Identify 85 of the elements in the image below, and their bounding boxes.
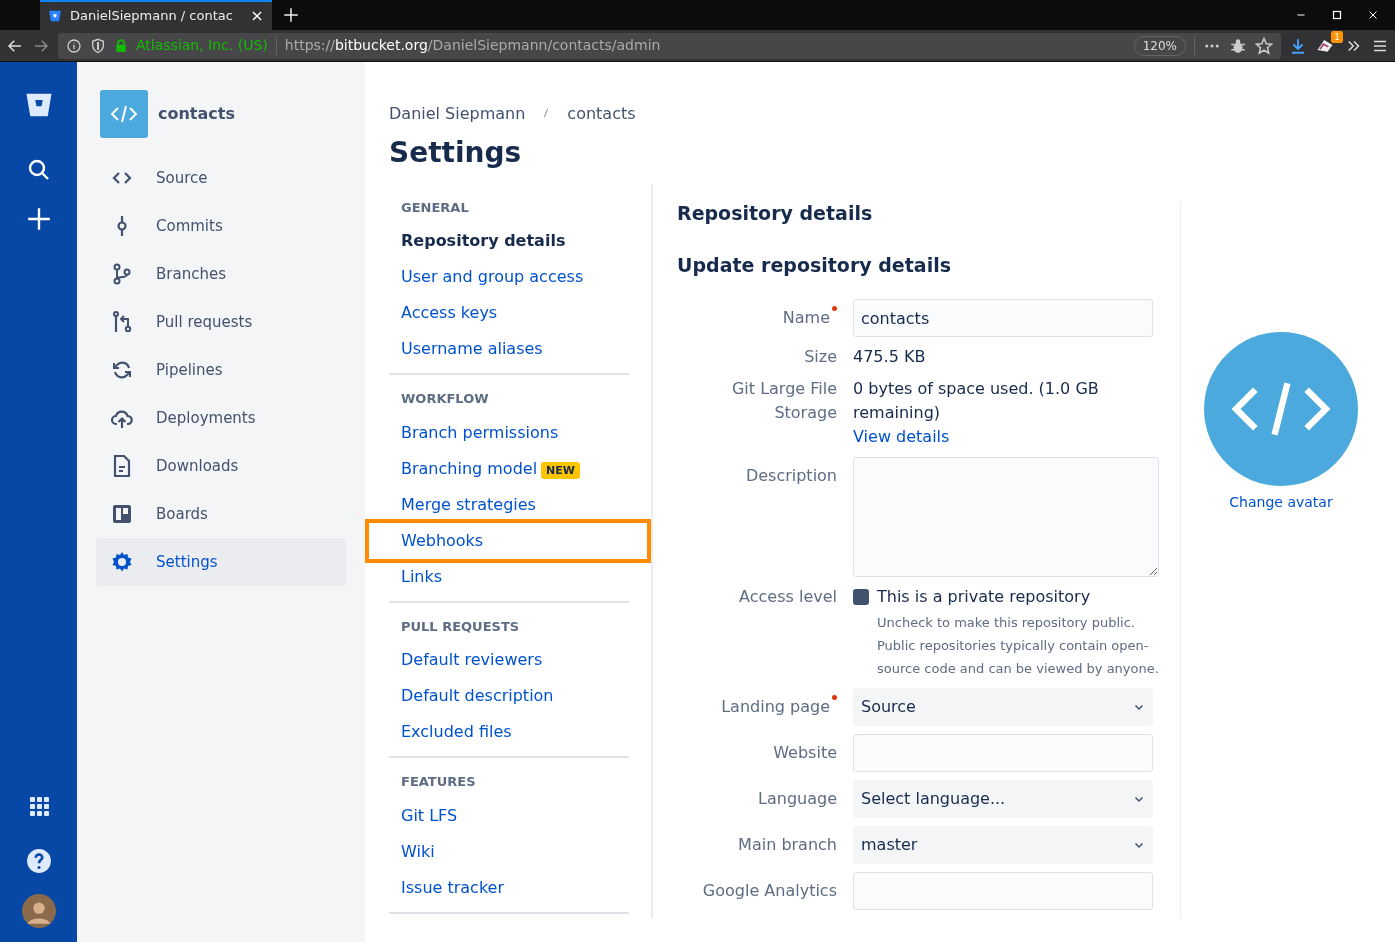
- field-label: Main branch: [737, 834, 837, 857]
- code-avatar-icon: [1204, 331, 1358, 486]
- text-field[interactable]: [853, 872, 1153, 911]
- field-label: Description: [744, 465, 837, 488]
- section-title: Repository details: [677, 201, 874, 225]
- url-text[interactable]: https://bitbucket.org/DanielSiepmann/contacts/admin: [284, 35, 661, 56]
- settings-nav-link[interactable]: Git LFS: [389, 797, 629, 834]
- settings-icon: [110, 550, 134, 574]
- sidebar-item[interactable]: Source: [96, 154, 346, 202]
- dropdown[interactable]: Select language...: [853, 780, 1153, 819]
- avatar-icon[interactable]: [21, 894, 56, 928]
- field-label: Access level: [738, 586, 837, 609]
- close-icon[interactable]: [1367, 9, 1379, 21]
- sidebar-item[interactable]: Commits: [96, 202, 346, 250]
- field-value: 0 bytes of space used. (1.0 GB remaining): [853, 378, 1100, 425]
- sidebar-item[interactable]: Settings: [96, 538, 346, 586]
- settings-nav-link[interactable]: Username aliases: [389, 331, 629, 368]
- page-title: Settings: [389, 136, 523, 170]
- browser-tab[interactable]: DanielSiepmann / contac: [40, 0, 272, 30]
- new-tab-icon[interactable]: [282, 6, 300, 24]
- sidebar-item[interactable]: Branches: [96, 250, 346, 298]
- site-identity[interactable]: Atlassian, Inc. (US): [136, 35, 268, 56]
- bug-icon[interactable]: [1229, 36, 1247, 55]
- bucket-icon: [48, 9, 62, 23]
- description-field[interactable]: [853, 457, 1159, 578]
- field-value: 475.5 KB: [853, 346, 927, 369]
- repository-name[interactable]: contacts: [158, 102, 235, 126]
- help-text: Uncheck to make this repository public. Public repositories typically contain open-source code and can be viewed by anyone.: [876, 614, 1160, 679]
- dropdown[interactable]: Source: [853, 688, 1153, 727]
- text-field[interactable]: contacts: [853, 299, 1153, 338]
- field-label: Size: [803, 346, 837, 369]
- checkbox-label[interactable]: This is a private repository: [877, 585, 1091, 610]
- field-label: Name: [677, 299, 837, 338]
- lock-icon[interactable]: [114, 37, 128, 54]
- settings-nav-link[interactable]: Links: [389, 558, 629, 595]
- field-label: Language: [757, 788, 837, 811]
- field-label: Landing page: [677, 688, 837, 727]
- help-icon[interactable]: [25, 848, 52, 874]
- board-icon: [110, 502, 134, 526]
- settings-nav-link[interactable]: Default reviewers: [389, 642, 629, 679]
- field-label: Git Large File Storage: [730, 378, 837, 425]
- sidebar-item[interactable]: Boards: [96, 490, 346, 538]
- change-avatar-link[interactable]: Change avatar: [1229, 491, 1333, 513]
- close-icon[interactable]: [250, 9, 264, 23]
- shield-icon[interactable]: [90, 37, 106, 54]
- section-heading: FEATURES: [400, 773, 477, 792]
- checkbox[interactable]: [853, 589, 869, 606]
- text-field[interactable]: [853, 734, 1153, 773]
- notification-badge: 1: [1331, 30, 1343, 43]
- sidebar-item[interactable]: Pull requests: [96, 298, 346, 346]
- settings-nav-link[interactable]: Branch permissions: [389, 414, 629, 451]
- settings-nav-link[interactable]: User and group access: [389, 259, 629, 296]
- sidebar-item[interactable]: Pipelines: [96, 346, 346, 394]
- field-label: Website: [772, 742, 837, 765]
- tab-title[interactable]: DanielSiepmann / contac: [70, 6, 242, 26]
- sidebar-item[interactable]: Deployments: [96, 394, 346, 442]
- required-mark: [832, 306, 837, 312]
- settings-nav-link[interactable]: Wiki: [389, 833, 629, 870]
- maximize-icon[interactable]: [1331, 9, 1343, 21]
- address-bar[interactable]: Atlassian, Inc. (US) https://bitbucket.org/DanielSiepmann/contacts/admin 120%: [58, 32, 1281, 59]
- settings-nav-link[interactable]: Excluded files: [389, 714, 629, 751]
- settings-nav-link[interactable]: Repository details: [389, 223, 629, 260]
- settings-nav-link[interactable]: Merge strategies: [389, 486, 629, 523]
- breadcrumb-link[interactable]: contacts: [567, 102, 636, 126]
- star-icon[interactable]: [1255, 36, 1273, 55]
- settings-nav-link[interactable]: Issue tracker: [389, 869, 629, 906]
- required-mark: [832, 695, 837, 701]
- download-icon[interactable]: [1289, 36, 1307, 55]
- search-icon[interactable]: [26, 158, 51, 182]
- section-heading: WORKFLOW: [400, 390, 490, 409]
- settings-nav-link[interactable]: Default description: [389, 678, 629, 715]
- sidebar-item[interactable]: Downloads: [96, 442, 346, 490]
- plus-icon[interactable]: [25, 206, 52, 232]
- section-heading: GENERAL: [400, 198, 470, 217]
- view-details-link[interactable]: View details: [853, 427, 950, 447]
- form-title: Update repository details: [677, 254, 952, 278]
- new-badge: NEW: [541, 461, 580, 479]
- section-heading: PULL REQUESTS: [400, 617, 521, 636]
- info-icon[interactable]: [66, 37, 82, 54]
- settings-nav-link[interactable]: Access keys: [389, 295, 629, 332]
- breadcrumb-link[interactable]: Daniel Siepmann: [389, 102, 526, 126]
- dropdown[interactable]: master: [853, 826, 1153, 865]
- pull-request-icon: [110, 310, 134, 334]
- settings-nav-link[interactable]: Branching model NEW: [389, 450, 629, 487]
- field-label: Google Analytics: [701, 880, 837, 903]
